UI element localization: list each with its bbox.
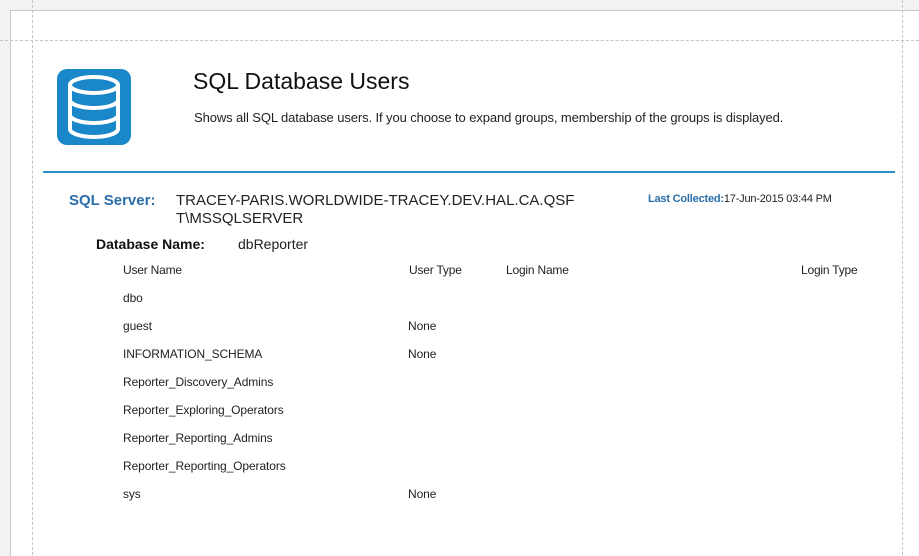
last-collected-value: 17-Jun-2015 03:44 PM [723,193,832,205]
column-header-login-name: Login Name [506,263,569,277]
column-header-user-name: User Name [123,263,182,277]
table-cell-user-name: Reporter_Reporting_Admins [123,431,273,445]
page-margin-guide-right [902,0,903,555]
table-cell-user-type: None [408,347,437,361]
table-cell-user-name: guest [123,319,152,333]
table-cell-user-name: Reporter_Exploring_Operators [123,403,284,417]
database-name-value: dbReporter [238,236,309,252]
table-cell-user-name: Reporter_Reporting_Operators [123,459,286,473]
header-divider [43,171,895,173]
table-cell-user-name: dbo [123,291,143,305]
last-collected-label: Last Collected: [648,193,724,205]
report-page [10,10,919,556]
sql-server-label: SQL Server: [69,192,156,209]
table-cell-user-name: sys [123,487,141,501]
database-name-label: Database Name: [96,236,205,252]
page-margin-guide-left [32,0,33,555]
sql-server-value: TRACEY-PARIS.WORLDWIDE-TRACEY.DEV.HAL.CA… [176,192,575,227]
page-margin-guide-top [0,40,919,41]
report-description: Shows all SQL database users. If you cho… [194,110,784,125]
table-cell-user-name: INFORMATION_SCHEMA [123,347,263,361]
column-header-login-type: Login Type [801,263,858,277]
report-title: SQL Database Users [193,68,410,94]
column-header-user-type: User Type [409,263,462,277]
table-cell-user-type: None [408,319,437,333]
table-cell-user-type: None [408,487,437,501]
table-cell-user-name: Reporter_Discovery_Admins [123,375,274,389]
database-icon [57,69,131,145]
last-collected: Last Collected:17-Jun-2015 03:44 PM [648,193,832,205]
